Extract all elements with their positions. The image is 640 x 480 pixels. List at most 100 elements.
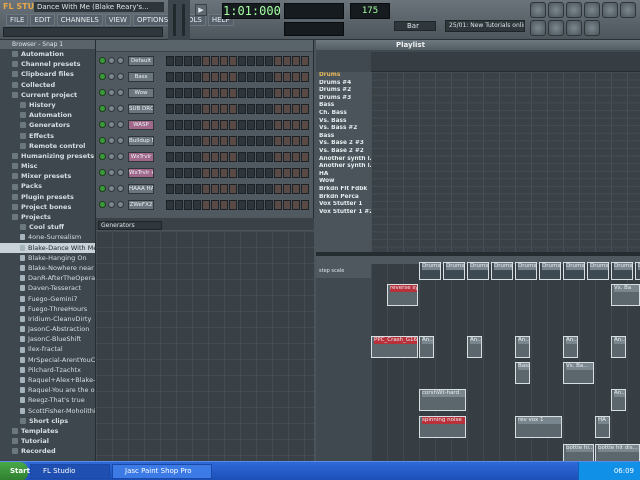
step-button[interactable]: [292, 184, 300, 194]
browser-item[interactable]: Reegz-That's true: [0, 395, 95, 405]
knob-icon[interactable]: [117, 89, 124, 96]
step-button[interactable]: [292, 168, 300, 178]
step-button[interactable]: [301, 168, 309, 178]
step-button[interactable]: [211, 152, 219, 162]
step-button[interactable]: [202, 168, 210, 178]
browser-item[interactable]: Remote control: [0, 141, 95, 151]
playlist-clip[interactable]: An...: [467, 336, 482, 358]
step-button[interactable]: [238, 136, 246, 146]
drum-clip[interactable]: Drums: [563, 262, 585, 280]
pattern-name[interactable]: Drums: [316, 72, 371, 80]
step-button[interactable]: [211, 104, 219, 114]
step-button[interactable]: [301, 184, 309, 194]
channel-button[interactable]: Buildup Nu...: [128, 136, 154, 146]
mute-led-icon[interactable]: [99, 153, 106, 160]
step-button[interactable]: [220, 152, 228, 162]
drum-clip[interactable]: Drums: [443, 262, 465, 280]
knob-icon[interactable]: [108, 73, 115, 80]
browser-item[interactable]: Humanizing presets: [0, 151, 95, 161]
step-button[interactable]: [238, 56, 246, 66]
step-button[interactable]: [193, 56, 201, 66]
browser-window-icon[interactable]: [584, 2, 600, 18]
step-button[interactable]: [274, 104, 282, 114]
step-button[interactable]: [220, 56, 228, 66]
tempo-display[interactable]: 175: [350, 3, 390, 19]
step-button[interactable]: [301, 120, 309, 130]
pattern-name[interactable]: Brkdn Flt Fdbk: [316, 186, 371, 194]
pattern-name[interactable]: Drums #2: [316, 87, 371, 95]
step-button[interactable]: [238, 152, 246, 162]
drum-clip[interactable]: Drums: [515, 262, 537, 280]
mute-led-icon[interactable]: [99, 57, 106, 64]
knob-icon[interactable]: [108, 57, 115, 64]
pattern-name[interactable]: Vox Stutter 1 #2: [316, 209, 371, 217]
browser-item[interactable]: ScottFisher-Moholithic F: [0, 406, 95, 416]
browser-item[interactable]: Effects: [0, 131, 95, 141]
mute-led-icon[interactable]: [99, 185, 106, 192]
pattern-name[interactable]: Vs. Base 2 #3: [316, 140, 371, 148]
menu-file[interactable]: FILE: [6, 14, 29, 26]
step-button[interactable]: [283, 120, 291, 130]
drum-clip[interactable]: Drums: [467, 262, 489, 280]
step-button[interactable]: [301, 200, 309, 210]
step-button[interactable]: [265, 168, 273, 178]
step-button[interactable]: [193, 136, 201, 146]
mute-led-icon[interactable]: [99, 105, 106, 112]
channel-filter-select[interactable]: Generators: [98, 221, 162, 230]
drum-clip[interactable]: Drums: [635, 262, 640, 280]
step-button[interactable]: [274, 168, 282, 178]
step-button[interactable]: [202, 104, 210, 114]
browser-item[interactable]: Raquel-You are the one: [0, 385, 95, 395]
step-button[interactable]: [229, 56, 237, 66]
step-button[interactable]: [193, 72, 201, 82]
browser-item[interactable]: Cool stuff: [0, 222, 95, 232]
step-button[interactable]: [265, 136, 273, 146]
playlist-clip[interactable]: reverse sy...: [387, 284, 418, 306]
pattern-name[interactable]: Another synth l...: [316, 163, 371, 171]
step-button[interactable]: [238, 88, 246, 98]
knob-icon[interactable]: [117, 137, 124, 144]
step-button[interactable]: [211, 184, 219, 194]
step-button[interactable]: [256, 56, 264, 66]
step-button[interactable]: [247, 56, 255, 66]
pattern-name[interactable]: Wow: [316, 178, 371, 186]
pattern-name[interactable]: Brkdn Perca: [316, 194, 371, 202]
step-button[interactable]: [211, 168, 219, 178]
step-button[interactable]: [256, 104, 264, 114]
step-button[interactable]: [274, 120, 282, 130]
step-button[interactable]: [301, 104, 309, 114]
browser-item[interactable]: Mixer presets: [0, 171, 95, 181]
browser-item[interactable]: MrSpecial-ArentYouClev: [0, 355, 95, 365]
menu-view[interactable]: VIEW: [104, 14, 131, 26]
pattern-name[interactable]: Another synth l...: [316, 156, 371, 164]
step-button[interactable]: [202, 184, 210, 194]
step-button[interactable]: [247, 88, 255, 98]
browser-item[interactable]: Tutorial: [0, 436, 95, 446]
drum-clip[interactable]: Drums: [587, 262, 609, 280]
step-button[interactable]: [211, 200, 219, 210]
step-button[interactable]: [256, 136, 264, 146]
browser-item[interactable]: Collected: [0, 80, 95, 90]
playlist-clip[interactable]: An...: [563, 336, 578, 358]
step-button[interactable]: [166, 168, 174, 178]
step-button[interactable]: [220, 168, 228, 178]
step-button[interactable]: [220, 88, 228, 98]
step-button[interactable]: [265, 200, 273, 210]
master-volume-slider[interactable]: [173, 4, 176, 36]
step-button[interactable]: [193, 152, 201, 162]
browser-item[interactable]: Iridium-CleanvDirty: [0, 314, 95, 324]
step-button[interactable]: [247, 168, 255, 178]
step-button[interactable]: [166, 72, 174, 82]
browser-item[interactable]: Packs: [0, 181, 95, 191]
step-button[interactable]: [175, 56, 183, 66]
step-button[interactable]: [274, 200, 282, 210]
step-button[interactable]: [166, 136, 174, 146]
browser-item[interactable]: JasonC-Abstraction: [0, 324, 95, 334]
step-button[interactable]: [229, 184, 237, 194]
pattern-name[interactable]: Vs. Bass #2: [316, 125, 371, 133]
step-button[interactable]: [247, 136, 255, 146]
browser-item[interactable]: Blake-Dance With Me: [0, 242, 95, 253]
step-button[interactable]: [292, 200, 300, 210]
drum-clip[interactable]: Drums: [419, 262, 441, 280]
playlist-clip[interactable]: spinning noise: [419, 416, 466, 438]
